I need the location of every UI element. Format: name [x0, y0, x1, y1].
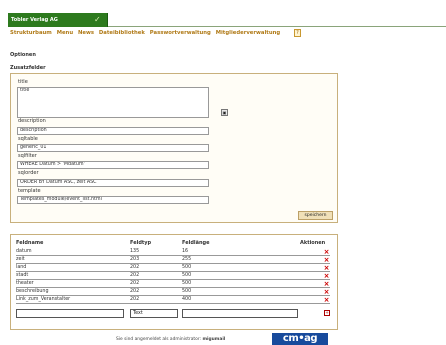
menu-item-strukturbaum[interactable]: Strukturbaum	[10, 30, 52, 36]
footer-text: Sie sind angemeldet als administrator:	[116, 337, 202, 342]
field-label-sqlfilter: sqlfilter	[18, 153, 37, 159]
field-name: Link_zum_Veranstalter	[16, 297, 71, 302]
menu-item-menu[interactable]: Menu	[57, 30, 73, 36]
field-name: theater	[16, 281, 34, 286]
table-row: theater 202 500 ×	[16, 280, 330, 288]
field-label-title: title	[18, 79, 28, 85]
field-name: stadt	[16, 273, 29, 278]
field-length: 16	[182, 249, 189, 254]
table-row: zeit 203 255 ×	[16, 256, 330, 264]
field-type: 202	[130, 265, 140, 270]
new-field-type-value: Text	[133, 311, 143, 316]
delete-icon[interactable]: ×	[323, 289, 330, 296]
menu-item-news[interactable]: News	[78, 30, 94, 36]
header-fieldname: Feldname	[16, 240, 44, 246]
template-input[interactable]: Templates_module/event_list.html	[17, 196, 209, 204]
field-length: 500	[182, 289, 192, 294]
footer-user: migumail	[202, 337, 226, 342]
add-icon[interactable]: +	[324, 310, 330, 316]
nav-divider	[108, 26, 446, 27]
field-label-template: template	[18, 188, 41, 194]
main-menu: Strukturbaum Menu News Dateibibliothek P…	[10, 30, 283, 40]
cm-ag-logo: cm•ag	[272, 333, 328, 345]
sqlorder-input[interactable]: ORDER BY Datum ASC, zeit ASC	[17, 179, 209, 187]
sqltable-input[interactable]: generic_01	[17, 144, 209, 152]
table-row: land 202 500 ×	[16, 264, 330, 272]
delete-icon[interactable]: ×	[323, 297, 330, 304]
new-field-name-input[interactable]	[16, 309, 124, 318]
menu-item-dateibibliothek[interactable]: Dateibibliothek	[99, 30, 145, 36]
field-length: 500	[182, 265, 192, 270]
brand-label: Tobler Verlag AG	[11, 17, 58, 23]
table-row: stadt 202 500 ×	[16, 272, 330, 280]
table-row: beschreibung 202 500 ×	[16, 288, 330, 296]
field-length: 500	[182, 281, 192, 286]
delete-icon[interactable]: ×	[323, 265, 330, 272]
description-input[interactable]: description	[17, 127, 209, 135]
folder-icon[interactable]: ▣	[221, 109, 228, 116]
help-icon[interactable]: ?	[294, 29, 301, 37]
field-length: 500	[182, 273, 192, 278]
delete-icon[interactable]: ×	[323, 257, 330, 264]
header-actions: Aktionen	[300, 240, 326, 246]
field-type: 202	[130, 273, 140, 278]
new-field-row: Text +	[16, 309, 330, 318]
top-bar: Tobler Verlag AG ✓	[0, 0, 446, 28]
field-type: 202	[130, 297, 140, 302]
header-fieldtype: Feldtyp	[130, 240, 152, 246]
field-label-sqltable: sqltable	[18, 136, 38, 142]
field-length: 255	[182, 257, 192, 262]
field-type: 135	[130, 249, 140, 254]
title-textarea[interactable]: title	[17, 87, 209, 118]
menu-item-mitgliederverwaltung[interactable]: Mitgliederverwaltung	[216, 30, 280, 36]
save-button[interactable]: speichern	[298, 211, 333, 220]
field-type: 202	[130, 281, 140, 286]
field-label-description: description	[18, 118, 46, 124]
checkmark-icon: ✓	[94, 15, 101, 24]
brand-tab[interactable]: Tobler Verlag AG	[8, 13, 108, 27]
delete-icon[interactable]: ×	[323, 249, 330, 256]
field-name: datum	[16, 249, 32, 254]
new-field-length-input[interactable]	[182, 309, 298, 318]
field-length: 400	[182, 297, 192, 302]
field-name: beschreibung	[16, 289, 49, 294]
table-row: Link_zum_Veranstalter 202 400 ×	[16, 296, 330, 304]
delete-icon[interactable]: ×	[323, 273, 330, 280]
field-name: zeit	[16, 257, 25, 262]
field-type: 202	[130, 289, 140, 294]
sqlfilter-input[interactable]: WHERE Datum > 'Mdatum'	[17, 161, 209, 169]
new-field-type-select[interactable]: Text	[130, 309, 178, 318]
delete-icon[interactable]: ×	[323, 281, 330, 288]
field-type: 203	[130, 257, 140, 262]
field-label-sqlorder: sqlorder	[18, 170, 39, 176]
extra-fields-heading: Zusatzfelder	[10, 65, 46, 71]
header-fieldlength: Feldlänge	[182, 240, 210, 246]
options-heading: Optionen	[10, 52, 36, 58]
table-row: datum 135 16 ×	[16, 248, 330, 256]
field-name: land	[16, 265, 27, 270]
menu-item-passwortverwaltung[interactable]: Passwortverwaltung	[150, 30, 211, 36]
